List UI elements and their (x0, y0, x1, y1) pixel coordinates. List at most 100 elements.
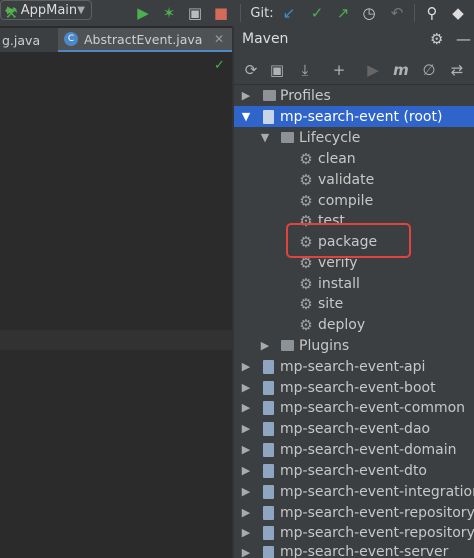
class-icon: C (64, 32, 78, 46)
chevron-right-icon[interactable]: ▶ (240, 546, 252, 558)
gear-icon: ⚙ (299, 170, 313, 189)
tree-item-module[interactable]: ▶ mp-search-event-integration (234, 481, 474, 502)
highlight-box (286, 223, 411, 258)
maven-module-icon (260, 525, 276, 541)
tree-item-label: mp-search-event-repository- (280, 524, 474, 541)
toggle-offline-icon[interactable]: ∅ (417, 58, 441, 82)
chevron-right-icon[interactable]: ▶ (240, 381, 252, 394)
tree-item-label: mp-search-event-dao (280, 420, 431, 437)
folder-icon (261, 88, 277, 104)
add-icon[interactable]: + (327, 58, 351, 82)
tree-item-label: Lifecycle (299, 129, 361, 146)
editor-tab-bar: g.java C AbstractEvent.java ✕ (0, 28, 232, 52)
chevron-right-icon[interactable]: ▶ (259, 339, 271, 352)
git-commit-icon[interactable]: ✓ (308, 2, 326, 24)
tree-item-label: mp-search-event-api (280, 358, 426, 375)
editor-body[interactable] (0, 52, 232, 558)
hammer-icon[interactable]: ⚒ (2, 2, 20, 24)
reload-icon[interactable]: ⟳ (239, 58, 263, 82)
tree-item-label: mp-search-event-repository (280, 504, 474, 521)
chevron-down-icon: ▼ (77, 4, 85, 16)
chevron-right-icon[interactable]: ▶ (240, 360, 252, 373)
tab-label: AbstractEvent.java (84, 31, 203, 47)
chevron-right-icon[interactable]: ▶ (240, 506, 252, 519)
ide-logo-icon[interactable]: ◆ (448, 2, 468, 24)
gear-icon: ⚙ (299, 191, 313, 210)
search-icon[interactable]: ⚲ (422, 2, 442, 24)
tree-item-label: mp-search-event-common (280, 399, 466, 416)
maven-module-icon (260, 109, 276, 125)
chevron-right-icon[interactable]: ▶ (240, 422, 252, 435)
tree-item-module[interactable]: ▶ mp-search-event-dao (234, 418, 474, 439)
chevron-right-icon[interactable]: ▶ (240, 89, 252, 102)
chevron-right-icon[interactable]: ▶ (240, 464, 252, 477)
tree-item-label: compile (318, 192, 374, 209)
tab-abstract-event[interactable]: C AbstractEvent.java ✕ (58, 28, 232, 52)
download-icon[interactable]: ⤓ (293, 58, 317, 82)
git-update-icon[interactable]: ↙ (280, 2, 298, 24)
tab-g-java[interactable]: g.java (0, 28, 56, 52)
close-icon[interactable]: ✕ (214, 32, 224, 46)
maven-module-icon (260, 442, 276, 458)
chevron-right-icon[interactable]: ▶ (240, 526, 252, 539)
git-history-icon[interactable]: ◷ (360, 2, 378, 24)
lifecycle-validate[interactable]: ⚙ validate (234, 169, 474, 190)
git-label: Git: (250, 5, 274, 21)
tree-item-module[interactable]: ▶ mp-search-event-server (234, 543, 474, 558)
debug-icon[interactable]: ✶ (160, 2, 178, 24)
tree-item-label: mp-search-event-domain (280, 441, 457, 458)
toolbar-divider (414, 4, 415, 22)
maven-module-icon (260, 400, 276, 416)
tree-item-label: validate (318, 171, 375, 188)
chevron-right-icon[interactable]: ▶ (240, 485, 252, 498)
minimize-icon[interactable]: — (456, 30, 471, 48)
maven-toolbar: ⟳ ▣ ⤓ + ▶ m ∅ ⇄ (234, 56, 474, 85)
tree-item-module[interactable]: ▶ mp-search-event-domain (234, 439, 474, 460)
tree-item-module[interactable]: ▶ mp-search-event-common (234, 397, 474, 418)
skip-tests-icon[interactable]: ⇄ (445, 58, 469, 82)
chevron-down-icon[interactable]: ▼ (240, 110, 252, 123)
tree-item-label: mp-search-event-dto (280, 462, 427, 479)
execute-goal-icon[interactable]: m (389, 58, 413, 82)
tree-item-module[interactable]: ▶ mp-search-event-api (234, 356, 474, 377)
maven-module-icon (260, 463, 276, 479)
maven-module-icon (260, 505, 276, 521)
tree-item-root[interactable]: ▼ mp-search-event (root) (234, 106, 474, 127)
tree-item-module[interactable]: ▶ mp-search-event-dto (234, 460, 474, 481)
maven-module-icon (260, 484, 276, 500)
gear-icon: ⚙ (299, 274, 313, 293)
lifecycle-deploy[interactable]: ⚙ deploy (234, 314, 474, 335)
chevron-down-icon[interactable]: ▼ (259, 131, 271, 144)
coverage-icon[interactable]: ▣ (186, 2, 204, 24)
run-maven-icon[interactable]: ▶ (361, 58, 385, 82)
run-icon[interactable]: ▶ (134, 2, 152, 24)
rollback-icon[interactable]: ↶ (388, 2, 406, 24)
lifecycle-clean[interactable]: ⚙ clean (234, 148, 474, 169)
tree-item-module[interactable]: ▶ mp-search-event-repository- (234, 522, 474, 543)
lifecycle-install[interactable]: ⚙ install (234, 273, 474, 294)
tree-item-label: Plugins (299, 337, 350, 354)
tree-item-label: Profiles (280, 87, 331, 104)
gear-icon[interactable]: ⚙ (430, 30, 443, 48)
lifecycle-site[interactable]: ⚙ site (234, 293, 474, 314)
stop-icon[interactable]: ■ (212, 2, 230, 24)
main-toolbar: ⚒ ▶ AppMain ▼ ▶ ✶ ▣ ■ Git: ↙ ✓ ↗ ◷ ↶ ⚲ ◆ (0, 0, 474, 27)
tree-item-lifecycle[interactable]: ▼ Lifecycle (234, 127, 474, 148)
folder-icon (279, 338, 295, 354)
chevron-right-icon[interactable]: ▶ (240, 401, 252, 414)
lifecycle-compile[interactable]: ⚙ compile (234, 190, 474, 211)
generate-sources-icon[interactable]: ▣ (265, 58, 289, 82)
tab-label: g.java (2, 32, 41, 48)
tree-item-module[interactable]: ▶ mp-search-event-boot (234, 377, 474, 398)
maven-module-icon (260, 359, 276, 375)
chevron-right-icon[interactable]: ▶ (240, 443, 252, 456)
maven-module-icon (260, 380, 276, 396)
run-config-label: AppMain (20, 2, 78, 18)
tree-item-label: mp-search-event-integration (280, 483, 474, 500)
gear-icon: ⚙ (299, 149, 313, 168)
tree-item-plugins[interactable]: ▶ Plugins (234, 335, 474, 356)
git-push-icon[interactable]: ↗ (334, 2, 352, 24)
tree-item-label: deploy (318, 316, 366, 333)
tree-item-module[interactable]: ▶ mp-search-event-repository (234, 502, 474, 523)
tree-item-profiles[interactable]: ▶ Profiles (234, 85, 474, 106)
